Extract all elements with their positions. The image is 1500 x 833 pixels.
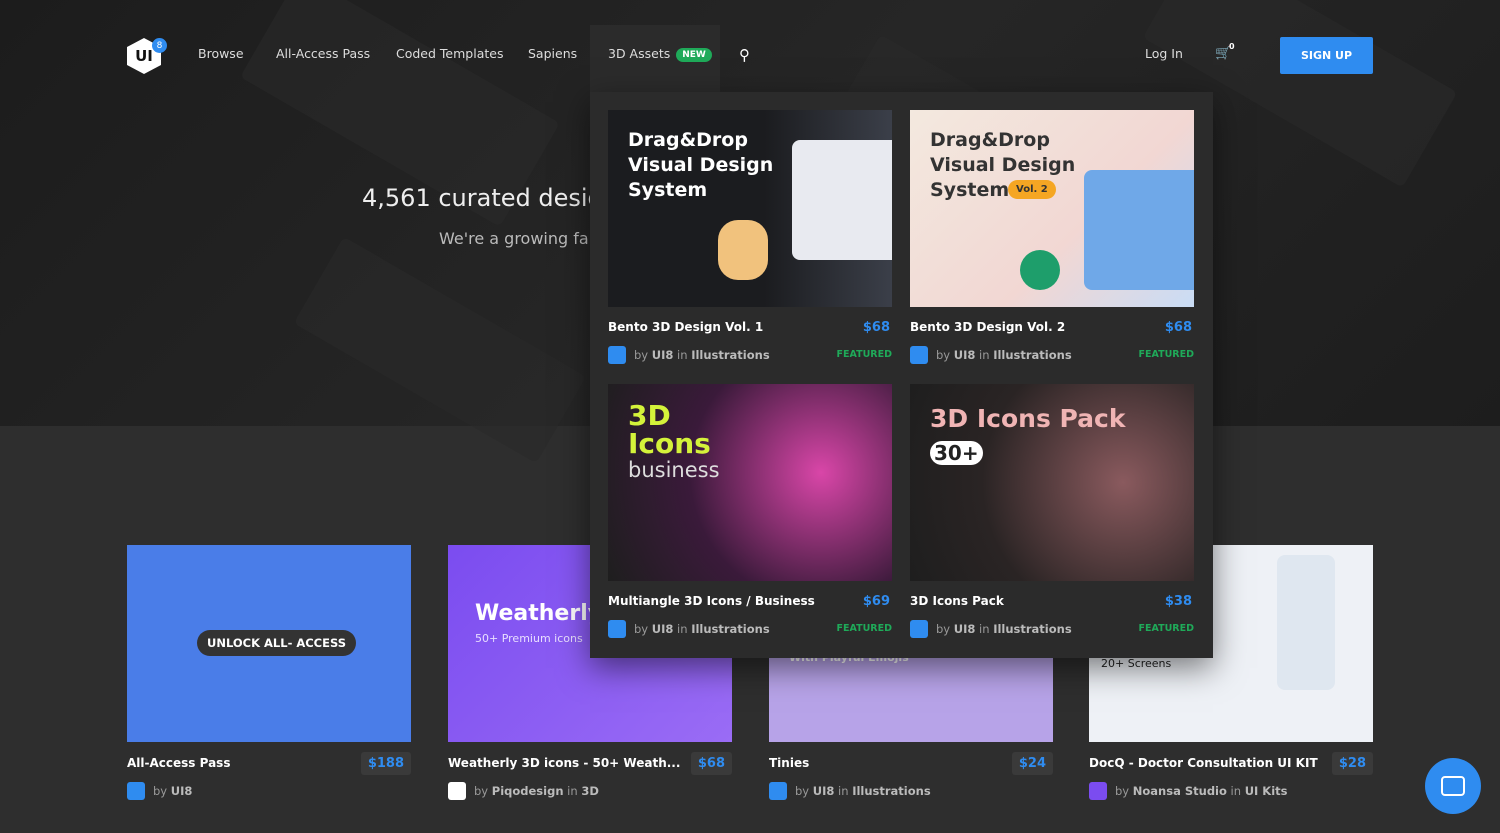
nav-all-access[interactable]: All-Access Pass xyxy=(276,46,370,61)
logo-badge: 8 xyxy=(152,38,167,53)
card-author: by UI8 in Illustrations xyxy=(910,620,1072,638)
featured-badge: FEATURED xyxy=(1138,623,1194,634)
nav-3d-assets[interactable]: 3D Assets NEW xyxy=(608,46,712,62)
dropdown-card[interactable]: Drag&Drop Visual Design System Vol. 2 Be… xyxy=(910,110,1194,364)
thumb-text: Drag&Drop Visual Design System xyxy=(628,129,774,201)
author-avatar xyxy=(608,620,626,638)
card-price: $68 xyxy=(862,320,890,335)
hero-title: 4,561 curated desig xyxy=(362,184,603,212)
featured-badge: FEATURED xyxy=(836,349,892,360)
card-thumbnail: Drag&Drop Visual Design System Vol. 2 xyxy=(910,110,1194,307)
nav-browse[interactable]: Browse xyxy=(198,46,244,61)
thumb-text: Drag&Drop Visual Design System xyxy=(930,129,1076,201)
card-thumbnail: UNLOCK ALL- ACCESS xyxy=(127,545,411,742)
card-price: $188 xyxy=(360,752,411,775)
thumb-text: 20+ Screens xyxy=(1101,657,1172,670)
featured-badge: FEATURED xyxy=(836,623,892,634)
cart-count: 0 xyxy=(1229,42,1235,51)
dropdown-card[interactable]: Drag&Drop Visual Design System Bento 3D … xyxy=(608,110,892,364)
card-title: DocQ - Doctor Consultation UI KIT xyxy=(1089,756,1318,770)
author-avatar xyxy=(910,620,928,638)
card-thumbnail: 3D Icons business xyxy=(608,384,892,581)
card-author: by UI8 in Illustrations xyxy=(608,346,770,364)
thumb-tag: business xyxy=(628,458,720,482)
3d-assets-dropdown: Drag&Drop Visual Design System Bento 3D … xyxy=(590,92,1213,658)
chat-icon xyxy=(1441,776,1465,796)
product-card[interactable]: UNLOCK ALL- ACCESS All-Access Pass $188 … xyxy=(127,545,411,800)
card-title: Bento 3D Design Vol. 1 xyxy=(608,320,764,334)
card-author: by Piqodesign in 3D xyxy=(448,782,599,800)
card-price: $68 xyxy=(1164,320,1192,335)
card-author: by UI8 in Illustrations xyxy=(769,782,931,800)
card-title: Weatherly 3D icons - 50+ Weath... xyxy=(448,756,681,770)
author-avatar xyxy=(910,346,928,364)
author-avatar xyxy=(608,346,626,364)
featured-badge: FEATURED xyxy=(1138,349,1194,360)
signup-button[interactable]: SIGN UP xyxy=(1280,37,1373,74)
thumb-tag: Vol. 2 xyxy=(1008,180,1056,199)
card-title: Bento 3D Design Vol. 2 xyxy=(910,320,1066,334)
top-nav: UI 8 Browse All-Access Pass Coded Templa… xyxy=(0,0,1500,100)
new-badge: NEW xyxy=(676,48,712,62)
nav-3d-label: 3D Assets xyxy=(608,46,671,61)
login-link[interactable]: Log In xyxy=(1145,46,1183,61)
dropdown-card[interactable]: 3D Icons business Multiangle 3D Icons / … xyxy=(608,384,892,638)
card-author: by UI8 in Illustrations xyxy=(910,346,1072,364)
card-price: $24 xyxy=(1011,752,1053,775)
hero-subtitle: We're a growing fa xyxy=(439,229,589,248)
thumb-text: 3D Icons xyxy=(628,399,711,460)
card-title: Multiangle 3D Icons / Business xyxy=(608,594,815,608)
chat-button[interactable] xyxy=(1425,758,1481,814)
search-icon[interactable]: ⚲ xyxy=(739,46,750,64)
thumb-text: 3D Icons Pack 30+ xyxy=(930,404,1126,465)
card-title: Tinies xyxy=(769,756,810,770)
card-title: 3D Icons Pack xyxy=(910,594,1004,608)
dropdown-card[interactable]: 3D Icons Pack 30+ 3D Icons Pack $38 by U… xyxy=(910,384,1194,638)
card-price: $69 xyxy=(862,594,890,609)
card-thumbnail: Drag&Drop Visual Design System xyxy=(608,110,892,307)
card-thumbnail: 3D Icons Pack 30+ xyxy=(910,384,1194,581)
card-author: by UI8 xyxy=(127,782,192,800)
nav-sapiens[interactable]: Sapiens xyxy=(528,46,577,61)
nav-coded-templates[interactable]: Coded Templates xyxy=(396,46,503,61)
card-author: by Noansa Studio in UI Kits xyxy=(1089,782,1288,800)
card-author: by UI8 in Illustrations xyxy=(608,620,770,638)
card-title: All-Access Pass xyxy=(127,756,231,770)
unlock-badge: UNLOCK ALL- ACCESS xyxy=(197,630,357,656)
card-price: $68 xyxy=(690,752,732,775)
card-price: $38 xyxy=(1164,594,1192,609)
card-price: $28 xyxy=(1331,752,1373,775)
